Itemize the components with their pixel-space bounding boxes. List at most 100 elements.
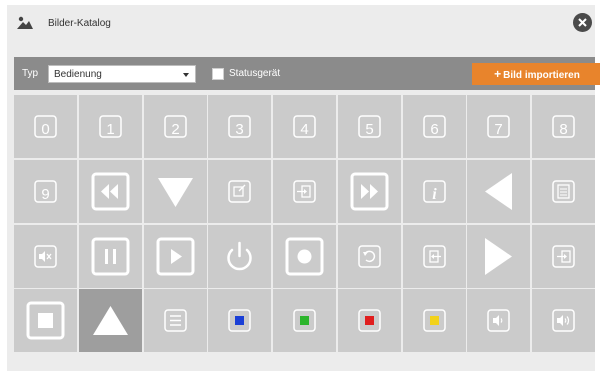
power-icon [227,241,252,270]
close-button[interactable] [573,13,592,32]
filter-toolbar: Typ Bedienung Statusgerät + Bild importie… [14,57,600,90]
title-bar: Bilder-Katalog [7,5,595,43]
document-icon [552,180,575,203]
stop-icon [26,301,65,340]
catalog-item-input-switch[interactable] [208,159,272,223]
mute-icon [34,244,57,268]
catalog-item-triangle-down[interactable] [143,159,207,223]
color-key-blue-icon [228,309,251,332]
color-key-yellow-icon [422,309,446,332]
image-catalog-dialog: Bilder-Katalog Typ Bedienung Statusgerät… [7,5,600,371]
catalog-item-digit-5[interactable]: 5 [337,95,401,158]
digit-3-icon: 3 [228,115,251,138]
catalog-item-digit-1[interactable]: 1 [78,95,142,158]
catalog-item-digit-0[interactable]: 0 [14,95,77,158]
digit-1-icon: 1 [99,115,122,138]
catalog-item-mute[interactable] [14,224,77,288]
record-icon [285,237,324,275]
status-device-checkbox[interactable] [212,68,224,80]
icon-text: 0 [41,121,49,138]
catalog-item-digit-2[interactable]: 2 [143,95,207,158]
catalog-item-rewind[interactable] [78,159,142,223]
triangle-up-icon [92,306,128,336]
volume-down-icon [487,309,510,332]
catalog-item-fast-forward[interactable] [337,159,401,223]
catalog-item-color-key-red[interactable] [337,289,401,353]
catalog-item-digit-9[interactable]: 9 [14,159,77,223]
icon-text: 4 [300,121,308,138]
import-image-label: Bild importieren [503,70,580,81]
color-key-red-icon [358,309,381,332]
catalog-item-digit-3[interactable]: 3 [208,95,272,158]
digit-8-icon: 8 [552,115,575,138]
input-left-icon [422,244,446,268]
catalog-item-info[interactable]: i [402,159,466,223]
input-switch-icon [228,180,251,203]
catalog-item-input-left[interactable] [402,224,466,288]
enter-input-icon [552,244,575,268]
close-icon [578,18,587,27]
catalog-item-record[interactable] [273,224,336,288]
catalog-item-pause[interactable] [78,224,142,288]
play-icon [156,237,194,275]
catalog-item-color-key-green[interactable] [273,289,336,353]
icon-text: 6 [430,121,438,138]
catalog-item-triangle-right[interactable] [467,224,531,288]
catalog-item-input-arrow[interactable] [273,159,336,223]
type-select-value: Bedienung [54,69,102,80]
dialog-title: Bilder-Katalog [48,18,111,29]
icon-text: 7 [495,121,503,138]
catalog-item-menu[interactable] [143,289,207,353]
digit-9-icon: 9 [34,180,57,203]
fast-forward-icon [350,172,389,211]
catalog-item-power[interactable] [208,224,272,288]
catalog-item-digit-4[interactable]: 4 [273,95,336,158]
catalog-item-digit-8[interactable]: 8 [532,95,595,158]
catalog-item-triangle-left[interactable] [467,159,531,223]
plus-icon: + [494,67,502,81]
status-device-label[interactable]: Statusgerät [229,68,280,79]
catalog-item-volume-up[interactable] [532,289,595,353]
icon-text: 8 [559,121,567,138]
catalog-item-triangle-up[interactable] [78,289,142,353]
menu-icon [163,309,187,332]
catalog-item-undo[interactable] [337,224,401,288]
type-label: Typ [22,68,39,79]
digit-6-icon: 6 [422,115,446,138]
type-select[interactable]: Bedienung [48,65,196,83]
import-image-button[interactable]: + Bild importieren [472,63,600,85]
catalog-item-volume-down[interactable] [467,289,531,353]
catalog-item-digit-6[interactable]: 6 [402,95,466,158]
undo-icon [358,244,381,268]
info-icon: i [422,180,446,203]
rewind-icon [91,172,130,211]
color-key-green-icon [293,309,316,332]
catalog-item-play[interactable] [143,224,207,288]
volume-up-icon [552,309,575,332]
icon-text: 9 [41,186,49,203]
catalog-item-stop[interactable] [14,289,77,353]
triangle-right-icon [485,237,513,275]
digit-5-icon: 5 [358,115,381,138]
image-icon [16,15,34,31]
image-grid: 0 1 2 3 4 5 6 7 8 9 i [14,95,595,356]
triangle-down-icon [157,177,193,207]
digit-2-icon: 2 [163,115,187,138]
chevron-down-icon [183,73,189,77]
pause-icon [91,237,130,275]
catalog-item-color-key-blue[interactable] [208,289,272,353]
catalog-item-digit-7[interactable]: 7 [467,95,531,158]
digit-7-icon: 7 [487,115,510,138]
digit-0-icon: 0 [34,115,57,138]
icon-text: 3 [236,121,244,138]
icon-text: i [432,186,437,203]
catalog-item-enter-input[interactable] [532,224,595,288]
icon-text: 2 [171,121,179,138]
catalog-item-color-key-yellow[interactable] [402,289,466,353]
icon-text: 5 [365,121,373,138]
digit-4-icon: 4 [293,115,316,138]
catalog-item-document[interactable] [532,159,595,223]
triangle-left-icon [485,172,513,210]
icon-text: 1 [106,121,114,138]
input-arrow-icon [293,180,316,203]
